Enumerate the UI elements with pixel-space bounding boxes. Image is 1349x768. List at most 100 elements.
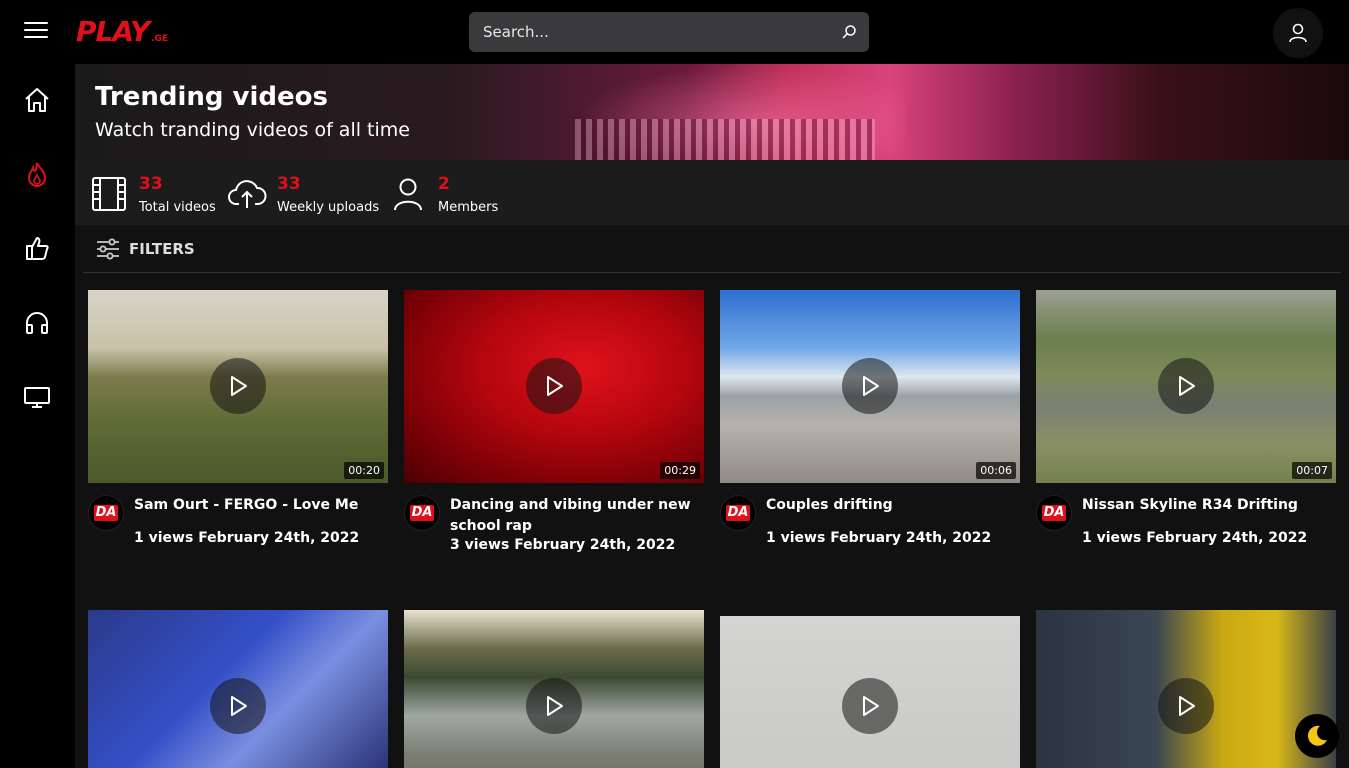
stat-label: Weekly uploads: [277, 200, 380, 215]
stat-value: 33: [277, 174, 301, 194]
video-info: 1 views February 24th, 2022: [766, 530, 991, 546]
video-date: February 24th, 2022: [514, 537, 676, 553]
video-date: February 24th, 2022: [198, 530, 360, 546]
filters-toggle[interactable]: FILTERS: [83, 225, 1341, 273]
video-card: [88, 610, 388, 768]
video-thumbnail[interactable]: 00:06: [720, 290, 1020, 483]
play-button[interactable]: [526, 678, 582, 734]
avatar-label: DA: [1041, 505, 1067, 521]
stats-bar: 33 Total videos 33 Weekly uploads 2 Memb…: [75, 160, 1349, 225]
logo[interactable]: PLAY .GE: [76, 16, 168, 48]
filters-label: FILTERS: [129, 239, 195, 258]
sidebar-item-tv[interactable]: [20, 380, 54, 414]
video-info: 1 views February 24th, 2022: [1082, 530, 1307, 546]
search-input[interactable]: [469, 23, 829, 41]
channel-avatar[interactable]: DA: [88, 495, 124, 531]
play-icon: [863, 696, 879, 716]
user-icon: [388, 174, 428, 214]
video-title[interactable]: Sam Ourt - FERGO - Love Me: [134, 495, 384, 516]
play-button[interactable]: [842, 678, 898, 734]
video-card: 00:07 DA Nissan Skyline R34 Drifting 1 v…: [1036, 290, 1336, 593]
video-card: 00:29 DA Dancing and vibing under new sc…: [404, 290, 704, 593]
video-card: [720, 610, 1020, 768]
play-icon: [231, 696, 247, 716]
video-info: 3 views February 24th, 2022: [450, 537, 675, 553]
video-views: 1 views: [134, 530, 194, 546]
video-title[interactable]: Dancing and vibing under new school rap: [450, 495, 700, 537]
video-date: February 24th, 2022: [830, 530, 992, 546]
video-thumbnail[interactable]: [404, 610, 704, 768]
video-thumbnail[interactable]: 00:29: [404, 290, 704, 483]
play-button[interactable]: [842, 358, 898, 414]
stat-members: 2 Members: [388, 170, 518, 218]
video-thumbnail[interactable]: [88, 610, 388, 768]
video-views: 1 views: [766, 530, 826, 546]
thumbs-up-icon: [26, 237, 49, 260]
video-duration: 00:07: [1292, 462, 1332, 479]
banner-title: Trending videos: [95, 82, 328, 112]
video-title[interactable]: Couples drifting: [766, 495, 1016, 516]
play-button[interactable]: [210, 358, 266, 414]
avatar-label: DA: [725, 505, 751, 521]
play-icon: [231, 376, 247, 396]
cloud-upload-icon: [227, 174, 267, 214]
user-account-button[interactable]: [1273, 8, 1323, 58]
video-views: 3 views: [450, 537, 510, 553]
play-icon: [547, 376, 563, 396]
hamburger-menu-icon[interactable]: [24, 22, 48, 42]
stat-label: Total videos: [139, 200, 216, 215]
play-button[interactable]: [1158, 358, 1214, 414]
channel-avatar[interactable]: DA: [404, 495, 440, 531]
tv-icon: [24, 387, 50, 408]
search-button[interactable]: [829, 12, 869, 52]
sidebar: [0, 64, 75, 768]
video-card: [404, 610, 704, 768]
stat-weekly-uploads: 33 Weekly uploads: [227, 170, 380, 218]
play-icon: [547, 696, 563, 716]
video-thumbnail[interactable]: [1036, 610, 1336, 768]
video-thumbnail[interactable]: 00:20: [88, 290, 388, 483]
video-thumbnail[interactable]: 00:07: [1036, 290, 1336, 483]
video-title[interactable]: Nissan Skyline R34 Drifting: [1082, 495, 1332, 516]
search-icon: [842, 25, 856, 39]
sidebar-item-trending[interactable]: [20, 158, 54, 192]
video-info: 1 views February 24th, 2022: [134, 530, 359, 546]
search-bar: [469, 12, 869, 52]
sidebar-item-home[interactable]: [20, 83, 54, 117]
stat-total-videos: 33 Total videos: [89, 170, 219, 218]
channel-avatar[interactable]: DA: [1036, 495, 1072, 531]
top-bar: PLAY .GE: [0, 0, 1349, 64]
banner-subtitle: Watch tranding videos of all time: [95, 119, 410, 141]
play-icon: [1179, 376, 1195, 396]
user-icon: [1289, 23, 1307, 43]
headphones-icon: [26, 312, 48, 334]
video-card: 00:20 DA Sam Ourt - FERGO - Love Me 1 vi…: [88, 290, 388, 593]
sidebar-item-liked[interactable]: [20, 231, 54, 265]
main-content: Trending videos Watch tranding videos of…: [75, 64, 1349, 768]
avatar-label: DA: [93, 505, 119, 521]
play-icon: [863, 376, 879, 396]
video-card: 00:06 DA Couples drifting 1 views Februa…: [720, 290, 1020, 593]
theme-toggle-button[interactable]: [1295, 714, 1339, 758]
video-card: [1036, 610, 1336, 768]
play-button[interactable]: [1158, 678, 1214, 734]
play-button[interactable]: [526, 358, 582, 414]
video-date: February 24th, 2022: [1146, 530, 1308, 546]
fire-icon: [27, 162, 47, 187]
play-button[interactable]: [210, 678, 266, 734]
film-icon: [89, 174, 129, 214]
video-duration: 00:20: [344, 462, 384, 479]
sliders-icon: [97, 238, 119, 259]
logo-text: PLAY: [76, 15, 150, 48]
channel-avatar[interactable]: DA: [720, 495, 756, 531]
stat-label: Members: [438, 200, 499, 215]
stat-value: 33: [139, 174, 163, 194]
banner-crowd-image: [575, 119, 875, 160]
video-duration: 00:29: [660, 462, 700, 479]
stat-value: 2: [438, 174, 450, 194]
logo-suffix: .GE: [151, 34, 169, 44]
video-duration: 00:06: [976, 462, 1016, 479]
sidebar-item-music[interactable]: [20, 306, 54, 340]
video-thumbnail[interactable]: [720, 610, 1020, 768]
play-icon: [1179, 696, 1195, 716]
